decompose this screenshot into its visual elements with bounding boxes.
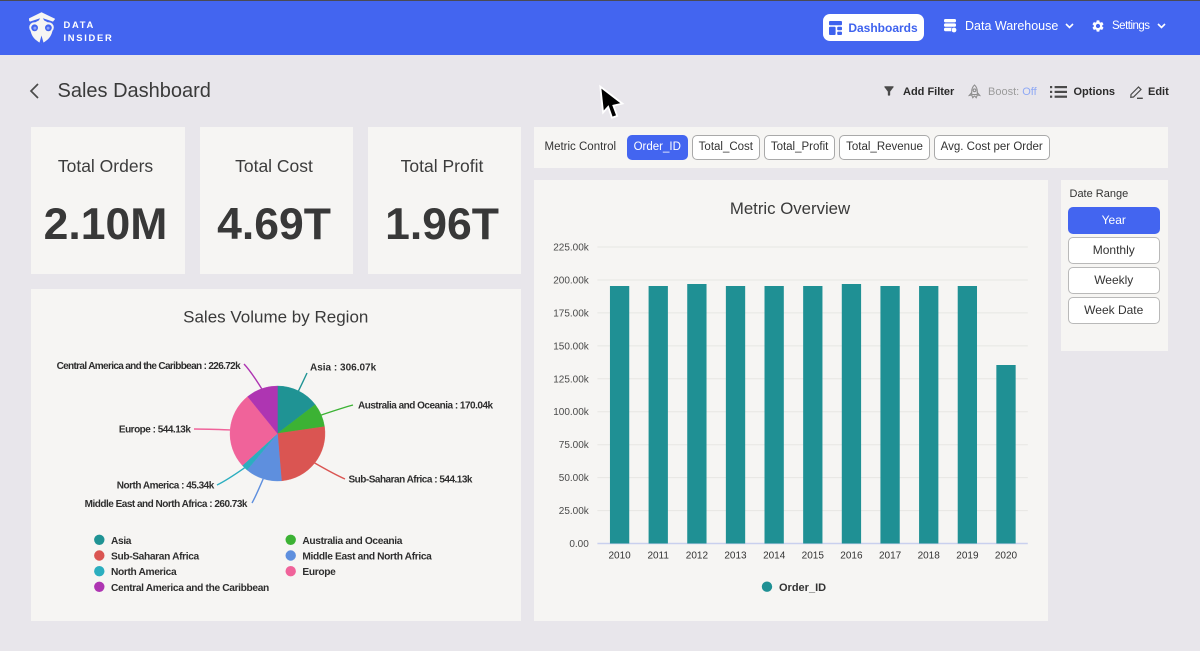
- svg-text:Europe: Europe: [302, 567, 336, 578]
- svg-text:50.00k: 50.00k: [559, 473, 590, 484]
- svg-text:2018: 2018: [918, 551, 941, 562]
- svg-text:2012: 2012: [686, 551, 709, 562]
- svg-text:Central America and the Caribb: Central America and the Caribbean: [111, 582, 269, 593]
- svg-text:North America : 45.34k: North America : 45.34k: [117, 480, 215, 491]
- svg-text:100.00k: 100.00k: [553, 407, 590, 418]
- svg-text:2013: 2013: [724, 551, 747, 562]
- svg-text:225.00k: 225.00k: [553, 243, 590, 254]
- svg-text:2015: 2015: [802, 551, 825, 562]
- svg-text:2020: 2020: [995, 551, 1018, 562]
- svg-text:Metric Overview: Metric Overview: [730, 199, 851, 218]
- svg-text:Asia : 306.07k: Asia : 306.07k: [310, 362, 377, 373]
- svg-text:25.00k: 25.00k: [559, 506, 590, 517]
- svg-text:2019: 2019: [956, 551, 979, 562]
- svg-text:150.00k: 150.00k: [553, 341, 590, 352]
- svg-text:Order_ID: Order_ID: [779, 582, 826, 594]
- svg-text:Sub-Saharan Africa: Sub-Saharan Africa: [111, 551, 200, 562]
- svg-text:125.00k: 125.00k: [553, 374, 590, 385]
- svg-text:200.00k: 200.00k: [553, 276, 590, 287]
- svg-text:Sales Volume by Region: Sales Volume by Region: [183, 307, 368, 326]
- svg-text:Middle East and North Africa :: Middle East and North Africa : 260.73k: [85, 499, 248, 510]
- svg-text:2017: 2017: [879, 551, 902, 562]
- svg-text:Asia: Asia: [111, 535, 132, 546]
- svg-text:Central America and the Caribb: Central America and the Caribbean : 226.…: [57, 361, 242, 372]
- svg-text:75.00k: 75.00k: [559, 440, 590, 451]
- svg-text:North America: North America: [111, 567, 177, 578]
- svg-text:2010: 2010: [608, 551, 631, 562]
- svg-text:2016: 2016: [840, 551, 863, 562]
- svg-text:175.00k: 175.00k: [553, 308, 590, 319]
- svg-text:Australia and Oceania : 170.04: Australia and Oceania : 170.04k: [358, 400, 494, 411]
- svg-text:2011: 2011: [647, 551, 669, 562]
- svg-text:0.00: 0.00: [569, 539, 589, 550]
- svg-text:Middle East and North Africa: Middle East and North Africa: [302, 551, 432, 562]
- svg-text:2014: 2014: [763, 551, 786, 562]
- svg-text:Europe : 544.13k: Europe : 544.13k: [119, 424, 191, 435]
- svg-text:Australia and Oceania: Australia and Oceania: [302, 535, 402, 546]
- svg-text:Sub-Saharan Africa : 544.13k: Sub-Saharan Africa : 544.13k: [349, 474, 473, 485]
